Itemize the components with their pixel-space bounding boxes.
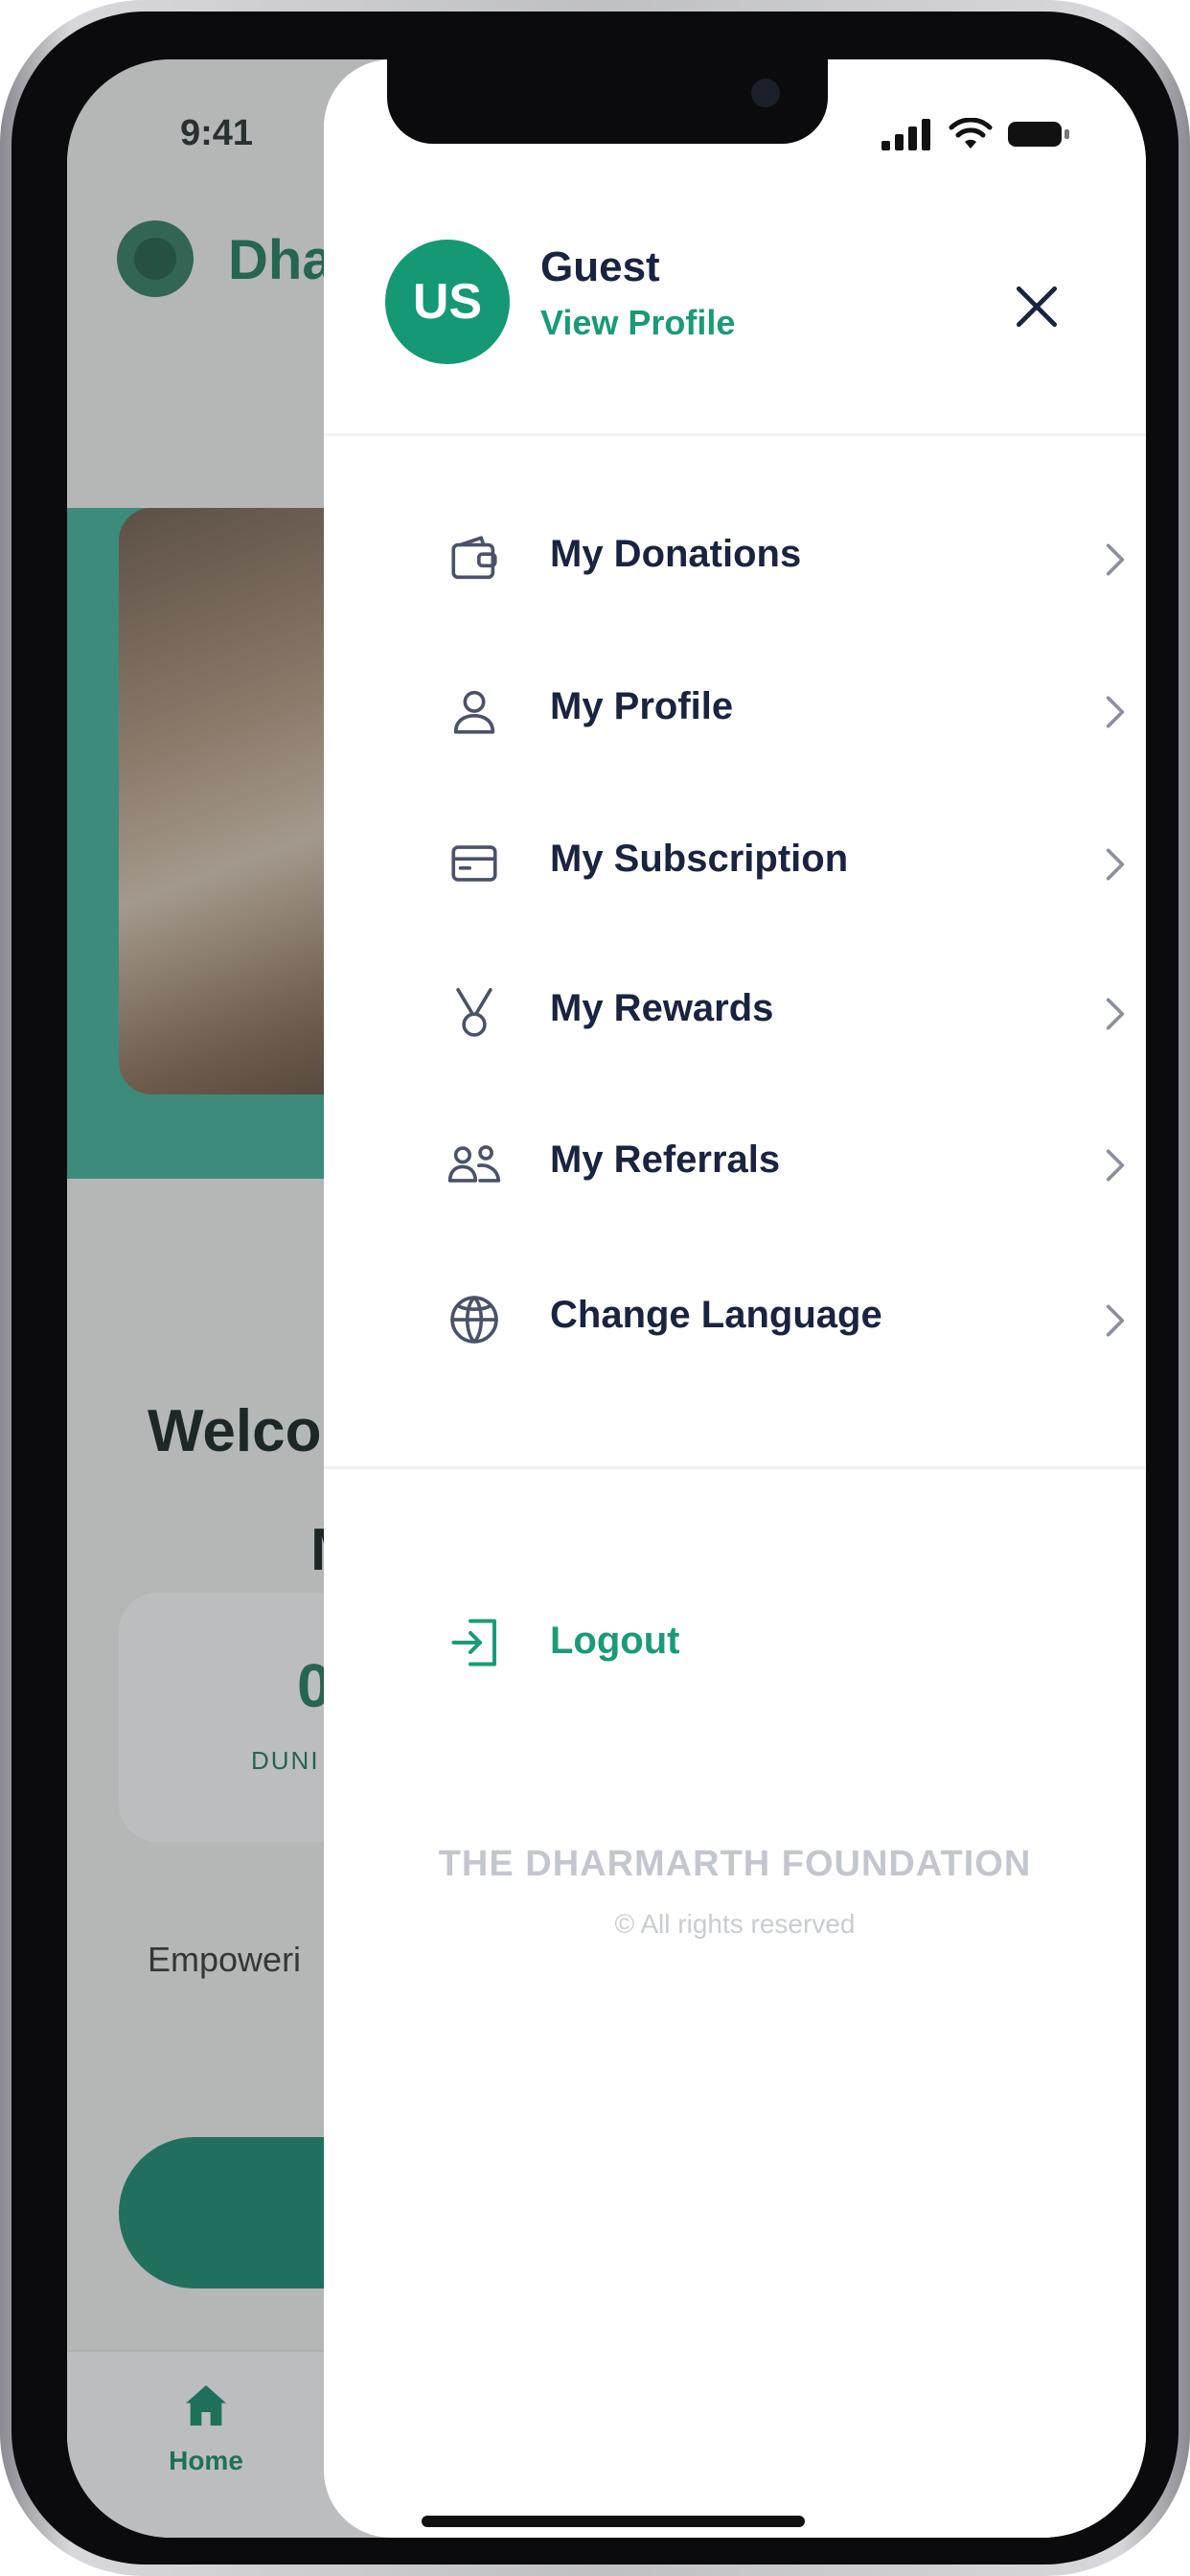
chevron-right-icon [1106,998,1125,1030]
chevron-right-icon [1106,1149,1125,1182]
chevron-right-icon [1106,848,1125,881]
chevron-right-icon [1106,543,1125,576]
view-profile-link[interactable]: View Profile [540,303,735,343]
menu-item-my-subscription[interactable]: My Subscription [324,811,1146,907]
menu-divider [324,1466,1146,1469]
menu-label-my-subscription: My Subscription [550,838,849,880]
menu-item-my-donations[interactable]: My Donations [324,506,1146,602]
front-camera [751,79,780,107]
notch [387,59,828,144]
phone-frame: 9:41 Dha Welco Mr 0 DUNI Empoweri Home [0,0,1190,2576]
wallet-icon [451,536,497,580]
menu-item-change-language[interactable]: Change Language [324,1267,1146,1363]
chevron-right-icon [1106,1304,1125,1337]
referrals-icon [447,1145,501,1183]
card-icon [451,845,497,882]
menu-label-change-language: Change Language [550,1294,882,1336]
logout-icon [451,1619,496,1667]
screen: 9:41 Dha Welco Mr 0 DUNI Empoweri Home [67,59,1146,2538]
phone-bezel: 9:41 Dha Welco Mr 0 DUNI Empoweri Home [11,12,1179,2564]
wifi-icon [949,118,993,149]
footer-title: THE DHARMARTH FOUNDATION [438,1844,1032,1884]
menu-label-my-profile: My Profile [550,685,734,727]
status-icons [881,115,1069,153]
avatar[interactable]: US [385,240,510,364]
user-name: Guest [540,243,660,290]
battery-icon [1008,122,1069,147]
menu-item-my-referrals[interactable]: My Referrals [324,1112,1146,1208]
footer-rights: © All rights reserved [614,1909,856,1939]
header-divider [324,433,1146,436]
menu-item-my-rewards[interactable]: My Rewards [324,960,1146,1056]
profile-header[interactable]: US Guest View Profile [385,240,1037,374]
menu-label-my-referrals: My Referrals [550,1138,781,1181]
cellular-signal-icon [881,119,930,150]
menu-item-my-profile[interactable]: My Profile [324,658,1146,754]
menu-label-my-donations: My Donations [550,533,802,575]
rewards-icon [456,988,492,1037]
home-indicator[interactable] [422,2516,805,2527]
chevron-right-icon [1106,696,1125,728]
logout-button[interactable]: Logout [324,1593,1146,1689]
user-icon [453,690,495,734]
logout-label: Logout [550,1620,680,1662]
globe-icon [450,1296,498,1344]
close-icon[interactable] [1006,276,1067,337]
menu-label-my-rewards: My Rewards [550,987,774,1029]
